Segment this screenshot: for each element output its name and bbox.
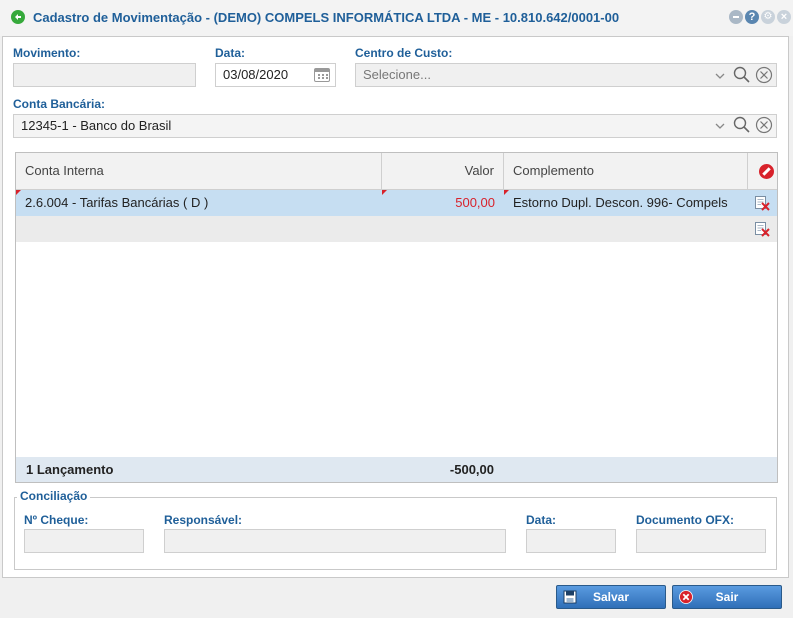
conta-bancaria-select[interactable]: 12345-1 - Banco do Brasil	[13, 114, 777, 138]
table-row-empty[interactable]	[16, 216, 777, 242]
conciliacao-legend: Conciliação	[17, 489, 91, 503]
grid-header: Conta Interna Valor Complemento	[16, 153, 777, 190]
responsavel-label: Responsável:	[164, 513, 243, 527]
conciliacao-data-field[interactable]	[526, 529, 616, 553]
back-arrow-icon[interactable]	[11, 10, 25, 24]
cell-conta-interna[interactable]: 2.6.004 - Tarifas Bancárias ( D )	[16, 190, 382, 216]
chevron-down-icon[interactable]	[714, 120, 726, 132]
cheque-label: Nº Cheque:	[24, 513, 89, 527]
floppy-disk-icon	[563, 590, 577, 604]
column-header-valor[interactable]: Valor	[382, 153, 504, 189]
data-label: Data:	[215, 46, 246, 60]
cell-complemento[interactable]: Estorno Dupl. Descon. 996- Compels	[504, 190, 748, 216]
cell-valor[interactable]: 500,00	[382, 190, 504, 216]
table-row[interactable]: 2.6.004 - Tarifas Bancárias ( D ) 500,00…	[16, 190, 777, 216]
lancamentos-count: 1 Lançamento	[26, 462, 114, 477]
conciliacao-data-label: Data:	[526, 513, 557, 527]
remove-all-icon[interactable]	[759, 164, 774, 179]
settings-icon[interactable]: ⚙	[761, 10, 775, 24]
search-icon[interactable]	[733, 66, 751, 84]
documento-ofx-field[interactable]	[636, 529, 766, 553]
minimize-icon[interactable]	[729, 10, 743, 24]
conta-bancaria-label: Conta Bancária:	[13, 97, 106, 111]
search-icon[interactable]	[733, 116, 751, 134]
delete-row-icon[interactable]	[754, 221, 770, 237]
calendar-icon[interactable]	[314, 68, 330, 82]
window-titlebar: Cadastro de Movimentação - (DEMO) COMPEL…	[0, 0, 793, 36]
documento-ofx-label: Documento OFX:	[636, 513, 734, 527]
form-panel: Movimento: Data: 03/08/2020 Centro de Cu…	[2, 36, 789, 578]
exit-button[interactable]: Sair	[672, 585, 782, 609]
save-button[interactable]: Salvar	[556, 585, 666, 609]
help-icon[interactable]: ?	[745, 10, 759, 24]
grid-footer: 1 Lançamento -500,00	[16, 457, 777, 482]
cheque-field[interactable]	[24, 529, 144, 553]
column-header-conta-interna[interactable]: Conta Interna	[16, 153, 382, 189]
save-button-label: Salvar	[592, 590, 630, 604]
responsavel-field[interactable]	[164, 529, 506, 553]
movimento-label: Movimento:	[13, 46, 81, 60]
lancamentos-grid: Conta Interna Valor Complemento 2.6.004 …	[15, 152, 778, 483]
column-header-complemento[interactable]: Complemento	[504, 153, 748, 189]
movimento-field[interactable]	[13, 63, 196, 87]
close-icon[interactable]: ×	[777, 10, 791, 24]
lancamentos-total: -500,00	[449, 462, 494, 477]
clear-icon[interactable]	[755, 66, 773, 84]
chevron-down-icon[interactable]	[714, 70, 726, 82]
clear-icon[interactable]	[755, 116, 773, 134]
delete-row-icon[interactable]	[754, 195, 770, 211]
exit-button-label: Sair	[715, 590, 739, 604]
window-title: Cadastro de Movimentação - (DEMO) COMPEL…	[33, 10, 620, 25]
centro-custo-label: Centro de Custo:	[355, 46, 453, 60]
exit-icon	[679, 590, 693, 604]
